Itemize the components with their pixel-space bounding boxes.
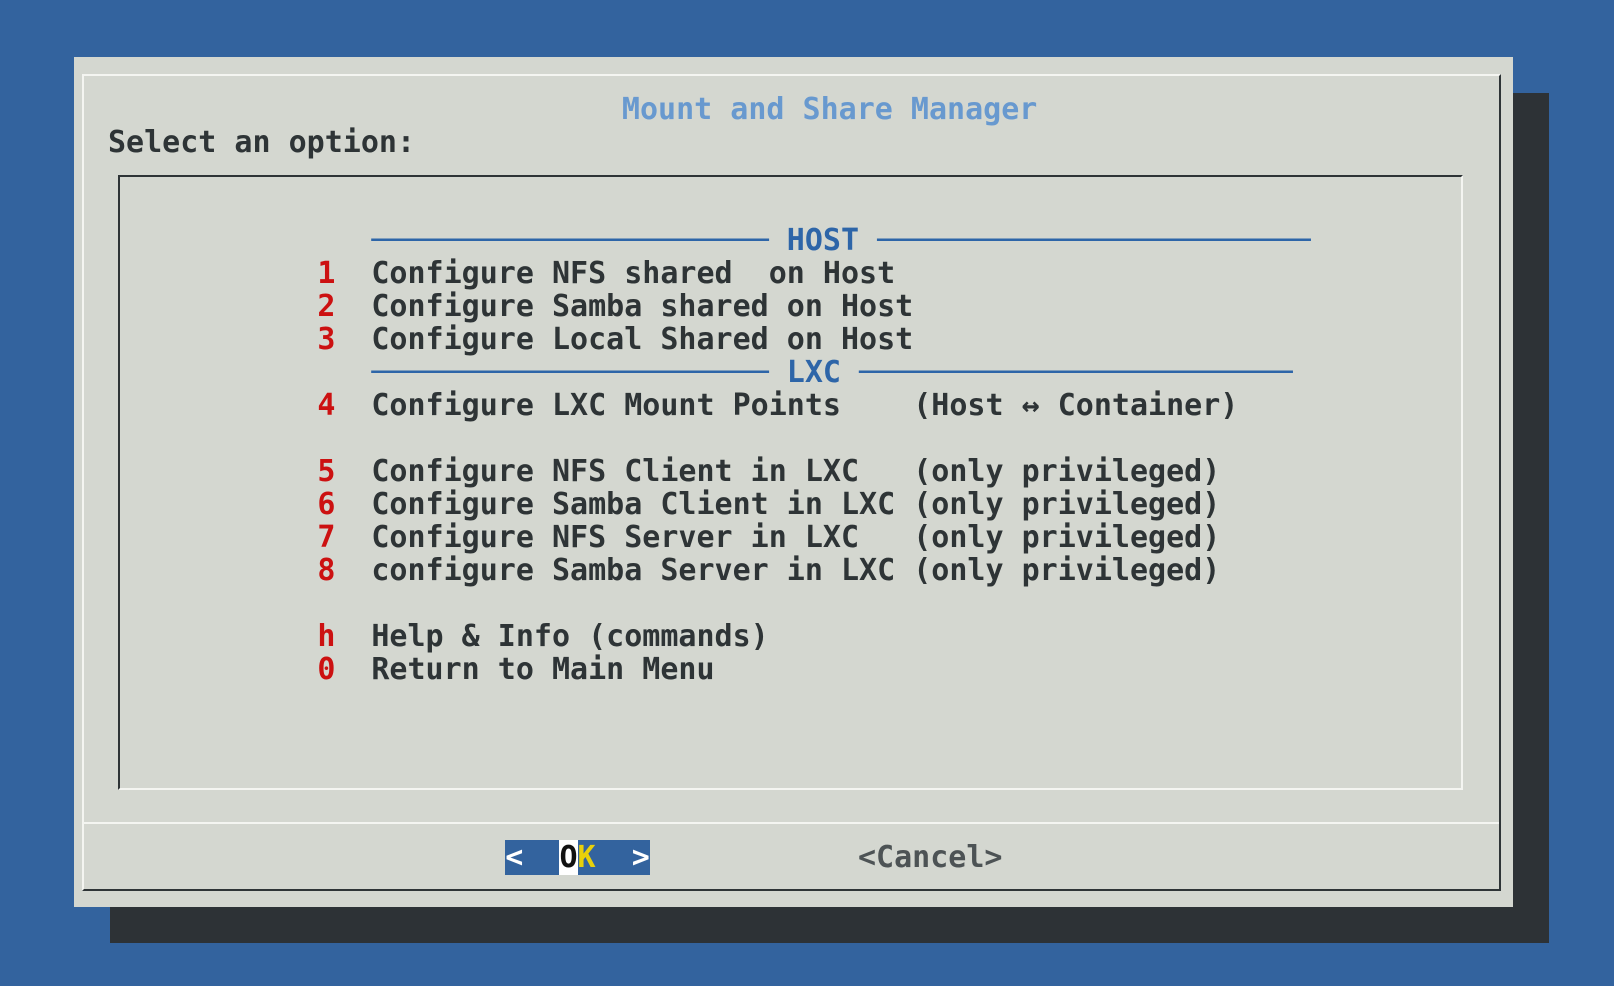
ok-bracket-left: < (505, 840, 523, 875)
menu-item-key: 7 (317, 521, 371, 554)
menu-item-key: h (317, 620, 371, 653)
cancel-button[interactable]: <Cancel> (858, 840, 1003, 875)
menu-item-key: 3 (317, 323, 371, 356)
prompt-text: Select an option: (108, 126, 415, 159)
ok-gap-right (596, 840, 632, 875)
menu-box: ────────────────────── HOST ────────────… (118, 175, 1463, 790)
menu-item-5[interactable]: 5Configure NFS Client in LXC (only privi… (120, 422, 1461, 455)
terminal-screen: { "window": { "title": "Mount and Share … (0, 0, 1614, 986)
menu-item-label: Configure Samba Client in LXC (only priv… (371, 487, 1220, 522)
menu-item-key: 2 (317, 290, 371, 323)
dialog-mount-share-manager: Mount and Share Manager Select an option… (74, 57, 1513, 907)
menu-item-label: Configure NFS shared on Host (371, 256, 895, 291)
menu-item-h[interactable]: hHelp & Info (commands) (120, 587, 1461, 620)
ok-label-rest: K (578, 840, 596, 875)
button-separator-line (84, 822, 1499, 824)
ok-bracket-right: > (632, 840, 650, 875)
menu-item-label: Configure LXC Mount Points (Host ↔ Conta… (371, 388, 1238, 423)
menu-item-key: 8 (317, 554, 371, 587)
menu-item-label: Configure Samba shared on Host (371, 289, 913, 324)
ok-gap-left (523, 840, 559, 875)
menu-item-key: 1 (317, 257, 371, 290)
menu-item-label: Configure Local Shared on Host (371, 322, 913, 357)
menu-item-label: configure Samba Server in LXC (only priv… (371, 553, 1220, 588)
menu-item-label: Configure NFS Server in LXC (only privil… (371, 520, 1220, 555)
menu-item-key: 0 (317, 653, 371, 686)
menu-item-label: Return to Main Menu (371, 652, 714, 687)
menu-item-label: Configure NFS Client in LXC (only privil… (371, 454, 1220, 489)
ok-cursor-cell: O (559, 840, 577, 875)
menu-item-label: Help & Info (commands) (371, 619, 768, 654)
menu-item-key: 6 (317, 488, 371, 521)
menu-item-key: 5 (317, 455, 371, 488)
menu-item-key: 4 (317, 389, 371, 422)
section-line-lxc: ────────────────────── LXC ─────────────… (371, 355, 1292, 390)
menu-section-host: ────────────────────── HOST ────────────… (120, 191, 1461, 224)
dialog-title-text: Mount and Share Manager (610, 92, 1049, 127)
section-line-host: ────────────────────── HOST ────────────… (371, 223, 1310, 258)
ok-button[interactable]: < OK > (505, 840, 650, 875)
